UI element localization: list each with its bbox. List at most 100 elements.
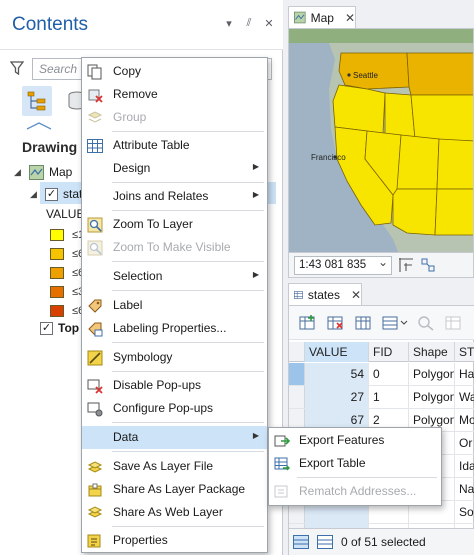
menu-item-group: Group (82, 106, 267, 129)
menu-separator (112, 210, 264, 211)
menu-item-zoom-to-layer[interactable]: Zoom To Layer (82, 213, 267, 236)
cell-state[interactable]: Ha (455, 363, 474, 386)
table-row[interactable]: 54 0 Polygon Ha (289, 363, 474, 386)
column-header-fid[interactable]: FID (369, 342, 409, 362)
menu-separator (112, 261, 264, 262)
tree-item-topographic[interactable]: ✓ Top (40, 317, 79, 339)
menu-item-label[interactable]: Label (82, 294, 267, 317)
rematch-icon (274, 485, 288, 497)
calculate-field-button[interactable] (353, 313, 375, 333)
menu-item-share-layer-package[interactable]: Share As Layer Package (82, 478, 267, 501)
close-icon[interactable]: ✕ (351, 288, 361, 302)
active-tool-indicator (26, 122, 52, 130)
cell-state[interactable]: Ida (455, 455, 474, 478)
legend-swatch (50, 305, 64, 317)
menu-item-export-table[interactable]: Export Table (269, 452, 441, 475)
submenu-arrow-icon: ▶ (252, 270, 259, 279)
map-canvas: Seattle Francisco (289, 29, 473, 252)
menu-item-symbology[interactable]: Symbology (82, 346, 267, 369)
column-header-shape[interactable]: Shape (409, 342, 455, 362)
menu-item-configure-popups[interactable]: Configure Pop-ups (82, 397, 267, 420)
selection-options-button[interactable] (381, 313, 409, 333)
legend-swatch (50, 286, 64, 298)
menu-separator (112, 451, 264, 452)
cell-state[interactable]: Na (455, 478, 474, 501)
close-pane-button[interactable]: ✕ (263, 17, 275, 30)
tab-map[interactable]: Map ✕ (288, 6, 356, 28)
pane-title: Contents (12, 14, 89, 35)
legend-field-label: VALUE (46, 207, 85, 221)
snapping-icon[interactable] (420, 257, 436, 273)
close-icon[interactable]: ✕ (345, 11, 355, 25)
menu-separator (112, 131, 264, 132)
table-view-icon[interactable] (293, 535, 309, 549)
legend-class[interactable]: ≤3 (50, 283, 84, 301)
cell-value[interactable]: 54 (305, 363, 369, 386)
legend-class[interactable]: ≤6 (50, 245, 84, 263)
cell-fid[interactable]: 1 (369, 386, 409, 409)
map-icon (29, 164, 44, 180)
menu-item-disable-popups[interactable]: Disable Pop-ups (82, 374, 267, 397)
pane-menu-button[interactable]: ▾ (223, 17, 235, 30)
legend-class[interactable]: ≤6 (50, 264, 84, 282)
basemap-visibility-checkbox[interactable]: ✓ (40, 321, 53, 335)
map-view[interactable]: Seattle Francisco (288, 28, 474, 253)
arcgis-window: Contents ▾ ⫽ ✕ Search Drawing O ◢ Map ◢ … (0, 0, 474, 555)
cell-state[interactable]: So (455, 501, 474, 524)
menu-item-design[interactable]: Design ▶ (82, 157, 267, 180)
selected-records-icon[interactable] (317, 535, 333, 549)
legend-swatch (50, 267, 64, 279)
menu-item-share-web-layer[interactable]: Share As Web Layer (82, 501, 267, 524)
menu-item-export-features[interactable]: Export Features (269, 429, 441, 452)
legend-class[interactable]: ≤1 (50, 226, 84, 244)
zoom-selection-icon (418, 315, 434, 331)
labeling-icon (88, 322, 103, 336)
cell-fid[interactable]: 0 (369, 363, 409, 386)
cell-state[interactable]: Or (455, 432, 474, 455)
layer-file-icon (87, 460, 103, 473)
scale-select[interactable]: 1:43 081 835 (294, 254, 392, 275)
menu-item-selection[interactable]: Selection ▶ (82, 265, 267, 288)
cell-shape[interactable]: Polygon (409, 363, 455, 386)
tree-item-map[interactable]: ◢ Map (14, 161, 72, 183)
column-header-state[interactable]: ST (455, 342, 474, 362)
filter-icon[interactable] (10, 60, 24, 76)
symbology-icon (87, 350, 103, 365)
tab-label: Map (310, 10, 334, 25)
collapse-icon[interactable]: ◢ (30, 189, 40, 200)
tab-states-table[interactable]: states ✕ (288, 283, 362, 305)
drawing-order-view-button[interactable] (22, 86, 52, 116)
zoom-icon (87, 217, 103, 232)
copy-icon (87, 64, 102, 79)
add-field-button[interactable] (297, 313, 319, 333)
layer-visibility-checkbox[interactable]: ✓ (45, 187, 58, 201)
menu-item-data[interactable]: Data ▶ (82, 426, 267, 449)
menu-item-copy[interactable]: Copy (82, 60, 267, 83)
contents-header: Contents ▾ ⫽ ✕ (0, 0, 283, 50)
grid-icon[interactable] (398, 257, 414, 273)
disable-popups-icon (87, 379, 103, 394)
collapse-icon[interactable]: ◢ (14, 167, 24, 178)
pin-button[interactable]: ⫽ (243, 17, 255, 30)
row-selector[interactable] (289, 386, 305, 408)
menu-item-properties[interactable]: Properties (82, 529, 267, 552)
export-features-icon (274, 435, 290, 446)
city-label: Francisco (311, 153, 346, 162)
cell-value[interactable]: 27 (305, 386, 369, 409)
legend-swatch (50, 248, 64, 260)
delete-field-button[interactable] (325, 313, 347, 333)
column-header-value[interactable]: VALUE (305, 342, 369, 362)
menu-item-remove[interactable]: Remove (82, 83, 267, 106)
menu-item-attribute-table[interactable]: Attribute Table (82, 134, 267, 157)
table-row[interactable]: 27 1 Polygon Wa (289, 386, 474, 409)
selection-options-icon (382, 316, 408, 329)
menu-item-labeling-properties[interactable]: Labeling Properties... (82, 317, 267, 340)
row-selector[interactable] (289, 363, 305, 385)
cell-state[interactable]: Mo (455, 409, 474, 432)
city-label: Seattle (353, 71, 378, 80)
menu-item-joins-relates[interactable]: Joins and Relates ▶ (82, 185, 267, 208)
menu-item-save-layer-file[interactable]: Save As Layer File (82, 455, 267, 478)
row-selector-header[interactable] (289, 342, 305, 362)
cell-state[interactable]: Wa (455, 386, 474, 409)
cell-shape[interactable]: Polygon (409, 386, 455, 409)
